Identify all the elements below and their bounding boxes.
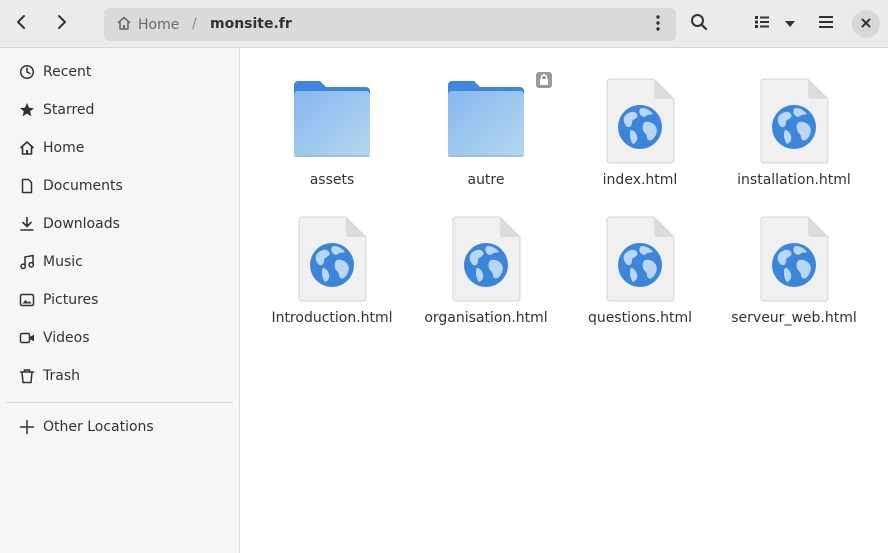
music-icon bbox=[18, 253, 36, 271]
file-name: assets bbox=[309, 172, 355, 188]
sidebar-item-label: Home bbox=[43, 140, 85, 156]
sidebar-item-label: Videos bbox=[43, 330, 90, 346]
breadcrumb-home-label: Home bbox=[138, 16, 180, 33]
file-name: Introduction.html bbox=[271, 310, 393, 326]
lock-icon bbox=[536, 72, 552, 88]
sidebar-item-videos[interactable]: Videos bbox=[6, 320, 234, 356]
sidebar-item-starred[interactable]: Starred bbox=[6, 92, 234, 128]
breadcrumb-current[interactable]: monsite.fr bbox=[210, 8, 292, 41]
file-item-index-html[interactable]: index.html bbox=[565, 76, 715, 204]
sidebar-separator bbox=[6, 402, 233, 403]
search-button[interactable] bbox=[683, 8, 715, 40]
html-file-icon bbox=[760, 216, 829, 302]
sidebar: Recent Starred Home Documents Downloads bbox=[0, 48, 240, 553]
main-menu-button[interactable] bbox=[810, 8, 842, 40]
close-icon bbox=[861, 16, 871, 32]
home-icon bbox=[116, 15, 138, 35]
sidebar-item-label: Pictures bbox=[43, 292, 99, 308]
html-file-icon bbox=[606, 216, 675, 302]
view-options-dropdown[interactable] bbox=[779, 8, 801, 40]
html-file-icon bbox=[760, 78, 829, 164]
download-icon bbox=[18, 215, 36, 233]
sidebar-item-home[interactable]: Home bbox=[6, 130, 234, 166]
folder-icon bbox=[448, 81, 524, 157]
go-previous-icon bbox=[14, 14, 30, 34]
sidebar-item-documents[interactable]: Documents bbox=[6, 168, 234, 204]
file-item-questions-html[interactable]: questions.html bbox=[565, 214, 715, 342]
sidebar-item-label: Documents bbox=[43, 178, 123, 194]
search-icon bbox=[690, 13, 708, 35]
file-name: organisation.html bbox=[424, 310, 548, 326]
go-next-icon bbox=[53, 14, 69, 34]
file-item-autre[interactable]: autre bbox=[411, 72, 561, 204]
plus-icon bbox=[18, 418, 36, 436]
recent-icon bbox=[18, 63, 36, 81]
path-menu-button[interactable] bbox=[644, 9, 672, 40]
sidebar-item-label: Starred bbox=[43, 102, 95, 118]
view-toggle-group bbox=[746, 8, 804, 40]
sidebar-item-downloads[interactable]: Downloads bbox=[6, 206, 234, 242]
star-icon bbox=[18, 101, 36, 119]
sidebar-item-label: Recent bbox=[43, 64, 92, 80]
file-view: assets autre index.html installation.htm… bbox=[241, 48, 888, 553]
sidebar-item-label: Music bbox=[43, 254, 83, 270]
path-bar[interactable]: Home / monsite.fr bbox=[104, 8, 676, 41]
breadcrumb-home[interactable]: Home bbox=[116, 8, 179, 41]
list-view-button[interactable] bbox=[746, 8, 778, 40]
html-file-icon bbox=[606, 78, 675, 164]
sidebar-item-label: Other Locations bbox=[43, 419, 154, 435]
back-button[interactable] bbox=[6, 8, 38, 40]
file-name: installation.html bbox=[737, 172, 851, 188]
html-file-icon bbox=[298, 216, 367, 302]
forward-button[interactable] bbox=[45, 8, 77, 40]
file-name: questions.html bbox=[587, 310, 693, 326]
file-item-organisation-html[interactable]: organisation.html bbox=[411, 214, 561, 342]
sidebar-item-pictures[interactable]: Pictures bbox=[6, 282, 234, 318]
document-icon bbox=[18, 177, 36, 195]
close-button[interactable] bbox=[852, 10, 880, 38]
file-name: index.html bbox=[602, 172, 678, 188]
picture-icon bbox=[18, 291, 36, 309]
html-file-icon bbox=[452, 216, 521, 302]
hamburger-menu-icon bbox=[818, 15, 834, 33]
sidebar-item-trash[interactable]: Trash bbox=[6, 358, 234, 394]
kebab-menu-icon bbox=[656, 14, 660, 35]
file-manager-window: Home / monsite.fr Recent Starred Home Do… bbox=[0, 0, 888, 553]
sidebar-item-label: Downloads bbox=[43, 216, 120, 232]
trash-icon bbox=[18, 367, 36, 385]
list-view-icon bbox=[754, 14, 770, 34]
sidebar-item-label: Trash bbox=[43, 368, 80, 384]
file-name: serveur_web.html bbox=[731, 310, 857, 326]
file-item-serveur-web-html[interactable]: serveur_web.html bbox=[719, 214, 869, 342]
chevron-down-icon bbox=[784, 16, 796, 32]
file-name: autre bbox=[467, 172, 505, 188]
file-item-introduction-html[interactable]: Introduction.html bbox=[257, 214, 407, 342]
file-item-assets[interactable]: assets bbox=[257, 76, 407, 204]
folder-icon bbox=[294, 81, 370, 157]
sidebar-item-recent[interactable]: Recent bbox=[6, 54, 234, 90]
file-item-installation-html[interactable]: installation.html bbox=[719, 76, 869, 204]
home-icon bbox=[18, 139, 36, 157]
sidebar-item-music[interactable]: Music bbox=[6, 244, 234, 280]
header-bar: Home / monsite.fr bbox=[0, 0, 888, 48]
breadcrumb-separator: / bbox=[192, 16, 197, 32]
video-icon bbox=[18, 329, 36, 347]
sidebar-item-other-locations[interactable]: Other Locations bbox=[6, 409, 234, 445]
